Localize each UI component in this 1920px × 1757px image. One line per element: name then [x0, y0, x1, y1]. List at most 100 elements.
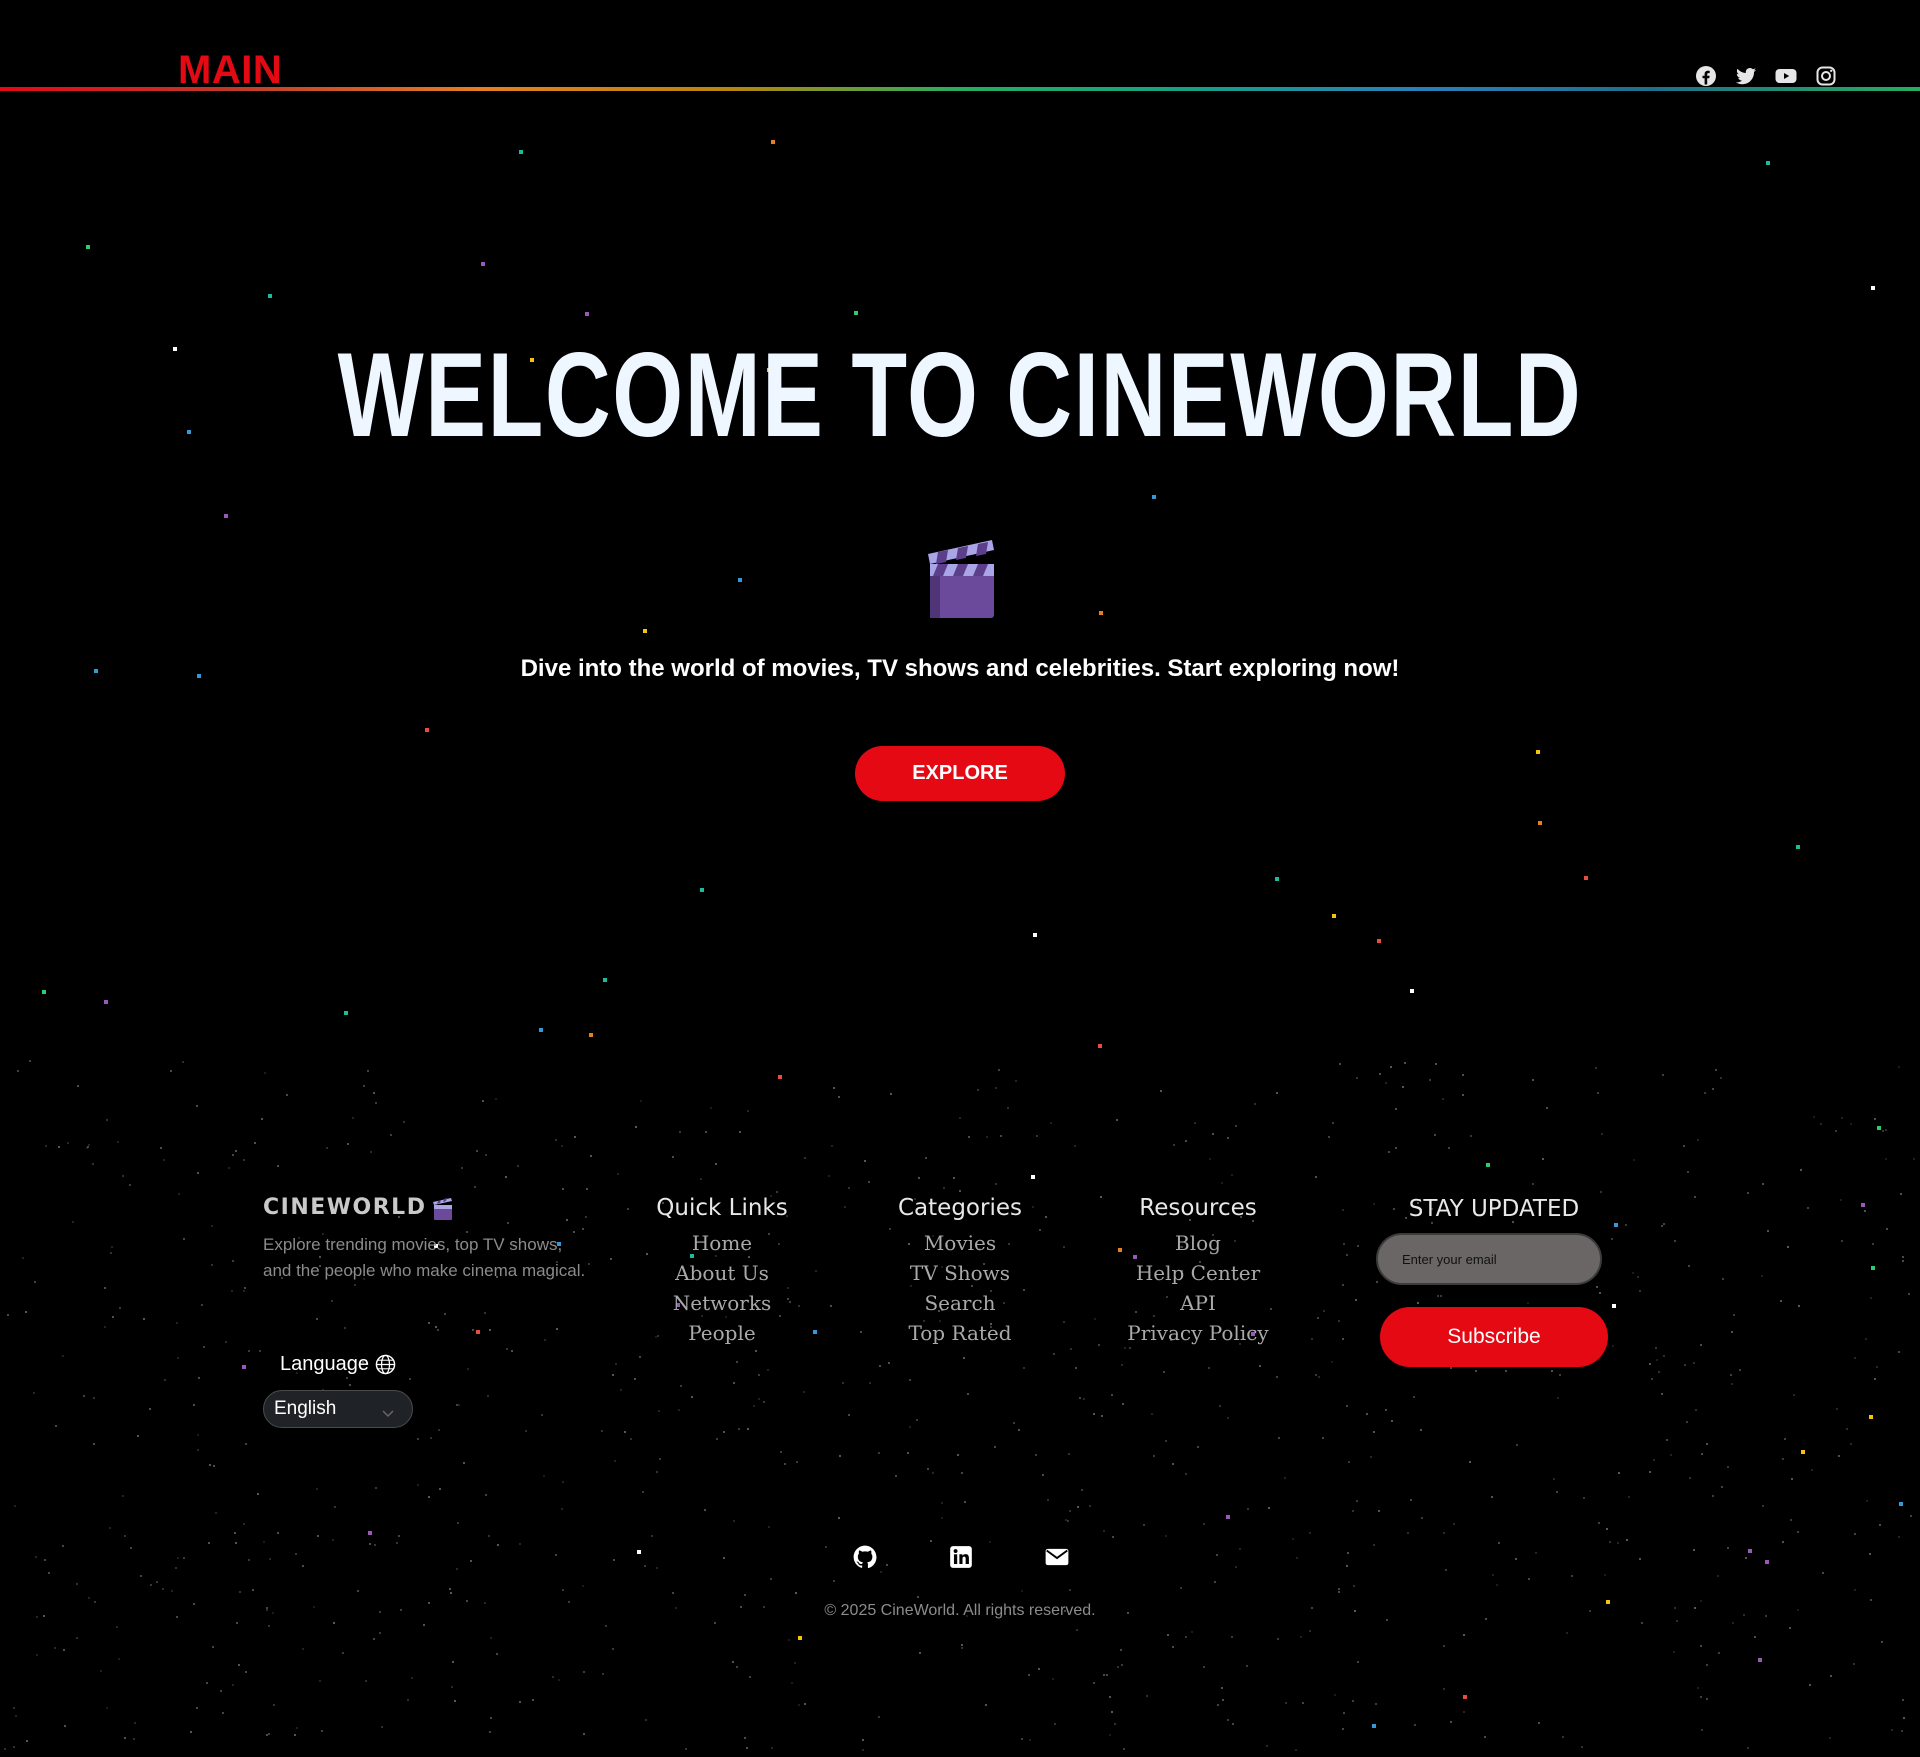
youtube-icon[interactable] [1774, 64, 1798, 88]
footer-link-blog[interactable]: Blog [1078, 1228, 1318, 1258]
star-speck [1496, 1584, 1498, 1586]
star-speck [375, 1102, 377, 1104]
star-speck [1886, 1228, 1888, 1230]
linkedin-icon[interactable] [948, 1544, 974, 1570]
star-speck [232, 1154, 234, 1156]
footer-link-help-center[interactable]: Help Center [1078, 1258, 1318, 1288]
star-speck [1611, 1238, 1613, 1240]
email-icon[interactable] [1044, 1544, 1070, 1570]
star-speck [1731, 1383, 1733, 1385]
particle [1538, 821, 1542, 825]
particle [1614, 1223, 1618, 1227]
star-speck [1697, 1687, 1699, 1689]
star-speck [104, 1326, 106, 1328]
particle [1612, 1304, 1616, 1308]
footer-link-top-rated[interactable]: Top Rated [840, 1318, 1080, 1348]
star-speck [160, 1147, 162, 1149]
star-speck [561, 1508, 563, 1510]
star-speck [1450, 1721, 1452, 1723]
github-icon[interactable] [852, 1544, 878, 1570]
star-speck [1054, 1723, 1056, 1725]
star-speck [352, 1117, 354, 1119]
footer-link-people[interactable]: People [602, 1318, 842, 1348]
star-speck [1219, 1405, 1221, 1407]
star-speck [321, 1730, 323, 1732]
email-input[interactable] [1376, 1233, 1602, 1285]
star-speck [1661, 1393, 1663, 1395]
star-speck [1420, 1429, 1422, 1431]
star-speck [640, 1100, 642, 1102]
star-speck [1720, 1077, 1722, 1079]
language-select[interactable]: English [263, 1390, 413, 1428]
star-speck [1688, 1265, 1690, 1267]
star-speck [1731, 1331, 1733, 1333]
star-speck [848, 1414, 850, 1416]
footer-link-tv-shows[interactable]: TV Shows [840, 1258, 1080, 1288]
star-speck [13, 1746, 15, 1748]
instagram-icon[interactable] [1814, 64, 1838, 88]
star-speck [1732, 1622, 1734, 1624]
star-speck [1902, 1699, 1904, 1701]
star-speck [1674, 1240, 1676, 1242]
star-speck [918, 1177, 920, 1179]
star-speck [295, 1553, 297, 1555]
footer-link-about-us[interactable]: About Us [602, 1258, 842, 1288]
footer-link-api[interactable]: API [1078, 1288, 1318, 1318]
star-speck [349, 1384, 351, 1386]
twitter-icon[interactable] [1734, 64, 1758, 88]
star-speck [505, 1176, 507, 1178]
star-speck [1318, 1376, 1320, 1378]
particle [1796, 845, 1800, 849]
explore-button[interactable]: EXPLORE [855, 746, 1065, 801]
star-speck [316, 1488, 318, 1490]
star-speck [1437, 1295, 1439, 1297]
star-speck [1617, 1542, 1619, 1544]
star-speck [864, 1160, 866, 1162]
footer-link-search[interactable]: Search [840, 1288, 1080, 1318]
star-speck [1121, 1664, 1123, 1666]
star-speck [1653, 1459, 1655, 1461]
star-speck [117, 1141, 119, 1143]
star-speck [1656, 1359, 1658, 1361]
star-speck [1395, 1147, 1397, 1149]
particle [1899, 1502, 1903, 1506]
star-speck [1527, 1302, 1529, 1304]
star-speck [1276, 1376, 1278, 1378]
star-speck [1864, 1210, 1866, 1212]
star-speck [1232, 1723, 1234, 1725]
star-speck [457, 1522, 459, 1524]
star-speck [995, 1183, 997, 1185]
subscribe-button[interactable]: Subscribe [1380, 1307, 1608, 1367]
star-speck [1902, 1256, 1904, 1258]
star-speck [1870, 1297, 1872, 1299]
particle [798, 1636, 802, 1640]
site-logo[interactable]: MAIN [178, 48, 282, 92]
star-speck [334, 1506, 336, 1508]
star-speck [1366, 1413, 1368, 1415]
star-speck [1625, 1224, 1627, 1226]
star-speck [439, 1488, 441, 1490]
star-speck [562, 1188, 564, 1190]
star-speck [236, 1622, 238, 1624]
star-speck [744, 1594, 746, 1596]
star-speck [1246, 1665, 1248, 1667]
star-speck [1701, 1453, 1703, 1455]
star-speck [482, 1100, 484, 1102]
star-speck [1435, 1063, 1437, 1065]
star-speck [833, 1087, 835, 1089]
footer-link-privacy-policy[interactable]: Privacy Policy [1078, 1318, 1318, 1348]
star-speck [1254, 1103, 1256, 1105]
star-speck [183, 1557, 185, 1559]
facebook-icon[interactable] [1694, 64, 1718, 88]
star-speck [1612, 1345, 1614, 1347]
footer-link-home[interactable]: Home [602, 1228, 842, 1258]
star-speck [263, 1541, 265, 1543]
star-speck [1021, 1738, 1023, 1740]
star-speck [1322, 1437, 1324, 1439]
star-speck [277, 1532, 279, 1534]
footer-link-networks[interactable]: Networks [602, 1288, 842, 1318]
footer-link-movies[interactable]: Movies [840, 1228, 1080, 1258]
star-speck [269, 1558, 271, 1560]
star-speck [476, 1150, 478, 1152]
star-speck [907, 1452, 909, 1454]
